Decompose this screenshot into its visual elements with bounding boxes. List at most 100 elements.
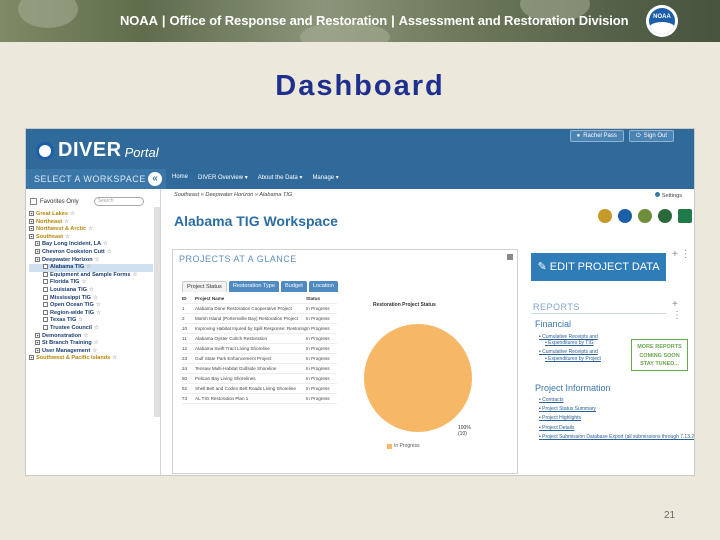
tree-item[interactable]: Louisiana TIG ☆ <box>29 287 153 295</box>
tree-item[interactable]: Trustee Council ☆ <box>29 325 153 333</box>
report-link[interactable]: Project Details <box>539 425 694 431</box>
favorite-star-icon[interactable]: ☆ <box>96 302 101 308</box>
tab-restoration-type[interactable]: Restoration Type <box>228 281 280 292</box>
pie-slice-in-progress[interactable] <box>364 324 472 432</box>
tree-item[interactable]: Equipment and Sample Forms ☆ <box>29 272 153 280</box>
table-row[interactable]: 1 Alabama Dune Restoration Cooperative Pr… <box>182 304 337 314</box>
expand-toggle-icon[interactable]: + <box>35 332 40 338</box>
tree-item[interactable]: Open Ocean TIG ☆ <box>29 302 153 310</box>
table-row[interactable]: 2 Marsh Island (Portersville Bay) Restora… <box>182 314 337 324</box>
tree-item[interactable]: Mississippi TIG ☆ <box>29 295 153 303</box>
workspace-icon[interactable] <box>43 286 48 292</box>
favorite-star-icon[interactable]: ☆ <box>94 340 99 346</box>
table-row[interactable]: 11 Alabama Oyster Cultch Restoration In Pr… <box>182 334 337 344</box>
expand-toggle-icon[interactable]: + <box>35 241 40 247</box>
favorites-checkbox[interactable] <box>30 198 37 205</box>
favorite-star-icon[interactable]: ☆ <box>93 295 98 301</box>
favorite-star-icon[interactable]: ☆ <box>64 219 69 225</box>
favorite-star-icon[interactable]: ☆ <box>96 310 101 316</box>
expand-toggle-icon[interactable]: + <box>29 218 34 224</box>
tree-item[interactable]: + Southwest & Pacific Islands ☆ <box>29 355 153 363</box>
favorite-star-icon[interactable]: ☆ <box>94 325 99 331</box>
favorite-star-icon[interactable]: ☆ <box>83 333 88 339</box>
expand-toggle-icon[interactable]: + <box>29 211 34 217</box>
workspace-icon[interactable] <box>43 302 48 308</box>
report-link[interactable]: Expenditures by TIG <box>539 340 601 346</box>
workspace-icon[interactable] <box>43 294 48 300</box>
favorite-star-icon[interactable]: ☆ <box>112 355 117 361</box>
tree-search-input[interactable]: Search <box>93 197 144 206</box>
tree-item[interactable]: Alabama TIG ☆ <box>29 264 153 272</box>
report-link[interactable]: Project Highlights <box>539 415 694 421</box>
sidebar-scrollbar[interactable] <box>154 207 160 417</box>
tree-item[interactable]: Texas TIG ☆ <box>29 317 153 325</box>
favorite-star-icon[interactable]: ☆ <box>133 272 138 278</box>
table-row[interactable]: 23 Gulf State Park Enhancement Project In … <box>182 354 337 364</box>
tree-item[interactable]: + Demonstration ☆ <box>29 333 153 341</box>
settings-link[interactable]: Settings <box>654 192 682 199</box>
tree-item-label: Southeast <box>36 233 64 240</box>
tree-item[interactable]: + Chevron Cookston Cutt ☆ <box>29 249 153 257</box>
table-row[interactable]: 52 Shell Belt and Coden Belt Roads Living… <box>182 384 337 394</box>
tree-item[interactable]: + Northwest & Arctic ☆ <box>29 226 153 234</box>
favorite-star-icon[interactable]: ☆ <box>89 287 94 293</box>
table-row[interactable]: 73 AL TIG Restoration Plan 1 In Progress <box>182 394 337 404</box>
tree-item[interactable]: + Great Lakes ☆ <box>29 211 153 219</box>
partner-logos <box>598 209 692 223</box>
favorite-star-icon[interactable]: ☆ <box>65 234 70 240</box>
favorite-star-icon[interactable]: ☆ <box>86 264 91 270</box>
expand-toggle-icon[interactable]: + <box>35 256 40 262</box>
user-account-button[interactable]: ● Rachel Pass <box>569 130 624 142</box>
nav-about-the-data[interactable]: About the Data ▾ <box>258 174 303 181</box>
favorite-star-icon[interactable]: ☆ <box>88 226 93 232</box>
table-row[interactable]: 24 Tensaw Multi-Habitat Gulfside Shorelin… <box>182 364 337 374</box>
column-header[interactable]: Project Name <box>195 294 306 303</box>
column-header[interactable]: ID <box>182 294 195 303</box>
favorite-star-icon[interactable]: ☆ <box>70 211 75 217</box>
expand-toggle-icon[interactable]: + <box>35 340 40 346</box>
favorite-star-icon[interactable]: ☆ <box>92 348 97 354</box>
collapse-sidebar-icon[interactable]: « <box>148 172 162 186</box>
expand-toggle-icon[interactable]: + <box>35 248 40 254</box>
tree-item[interactable]: Florida TIG ☆ <box>29 279 153 287</box>
table-row[interactable]: 10 Improving Habitat Injured by Spill Res… <box>182 324 337 334</box>
expand-toggle-icon[interactable]: + <box>29 233 34 239</box>
tree-item[interactable]: + Bay Long Incident, LA ☆ <box>29 241 153 249</box>
workspace-icon[interactable] <box>43 271 48 277</box>
sign-out-button[interactable]: ⏻ Sign Out <box>628 130 674 142</box>
expand-toggle-icon[interactable]: + <box>29 226 34 232</box>
expand-toggle-icon[interactable]: + <box>35 347 40 353</box>
table-row[interactable]: 50 Pelican Bay Living Shorelines In Progre… <box>182 374 337 384</box>
add-panel-icon[interactable]: + ⋮ <box>672 249 691 260</box>
report-link[interactable]: Project Status Summary <box>539 406 694 412</box>
tree-item[interactable]: + St Branch Training ☆ <box>29 340 153 348</box>
tab-project-status[interactable]: Project Status <box>182 281 227 292</box>
column-header[interactable]: Status <box>306 294 336 303</box>
favorite-star-icon[interactable]: ☆ <box>107 249 112 255</box>
tab-budget[interactable]: Budget <box>281 281 307 292</box>
expand-toggle-icon[interactable]: + <box>29 355 34 361</box>
workspace-icon[interactable] <box>43 324 48 330</box>
tree-item[interactable]: + Deepwater Horizon ☆ <box>29 257 153 265</box>
diver-logo[interactable]: DIVER Portal <box>36 139 159 162</box>
favorite-star-icon[interactable]: ☆ <box>82 279 87 285</box>
table-row[interactable]: 12 Alabama Swift Tract Living Shoreline In… <box>182 344 337 354</box>
workspace-icon[interactable] <box>43 309 48 315</box>
favorite-star-icon[interactable]: ☆ <box>78 317 83 323</box>
nav-home[interactable]: Home <box>172 174 188 181</box>
workspace-icon[interactable] <box>43 264 48 270</box>
reports-add-icon[interactable]: + ⋮ <box>672 299 682 321</box>
tree-item[interactable]: Region-wide TIG ☆ <box>29 310 153 318</box>
edit-project-data-button[interactable]: ✎ EDIT PROJECT DATA <box>531 253 666 281</box>
nav-diver-overview[interactable]: DIVER Overview ▾ <box>198 174 248 181</box>
favorite-star-icon[interactable]: ☆ <box>95 257 100 263</box>
workspace-icon[interactable] <box>43 317 48 323</box>
report-link[interactable]: Contracts <box>539 397 694 403</box>
report-link[interactable]: Expenditures by Project <box>539 356 601 362</box>
panel-menu-icon[interactable] <box>507 254 513 260</box>
tab-location[interactable]: Location <box>308 281 338 292</box>
nav-manage[interactable]: Manage ▾ <box>312 174 338 181</box>
report-link[interactable]: Project Submission Database Export (all … <box>539 434 694 440</box>
favorite-star-icon[interactable]: ☆ <box>103 241 108 247</box>
workspace-icon[interactable] <box>43 279 48 285</box>
